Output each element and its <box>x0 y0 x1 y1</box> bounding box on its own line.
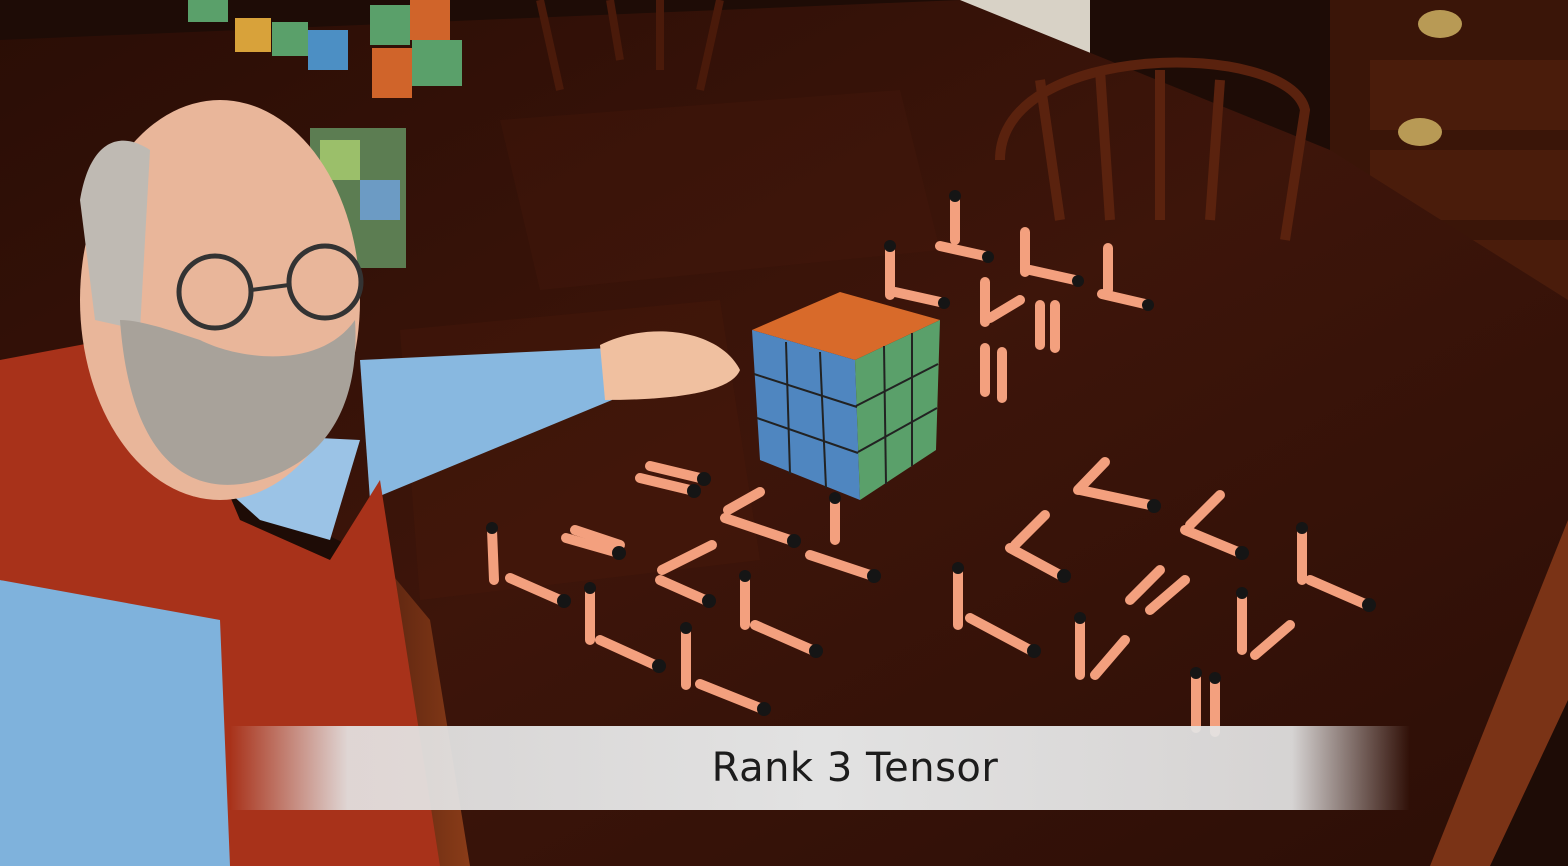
drawer <box>1370 60 1568 130</box>
caption-bar: Rank 3 Tensor <box>230 726 1410 810</box>
drawer-handle <box>1398 118 1442 146</box>
drawer-handle <box>1418 10 1462 38</box>
video-frame: Rank 3 Tensor <box>0 0 1568 866</box>
shirt <box>0 580 250 866</box>
caption-text: Rank 3 Tensor <box>711 745 999 791</box>
